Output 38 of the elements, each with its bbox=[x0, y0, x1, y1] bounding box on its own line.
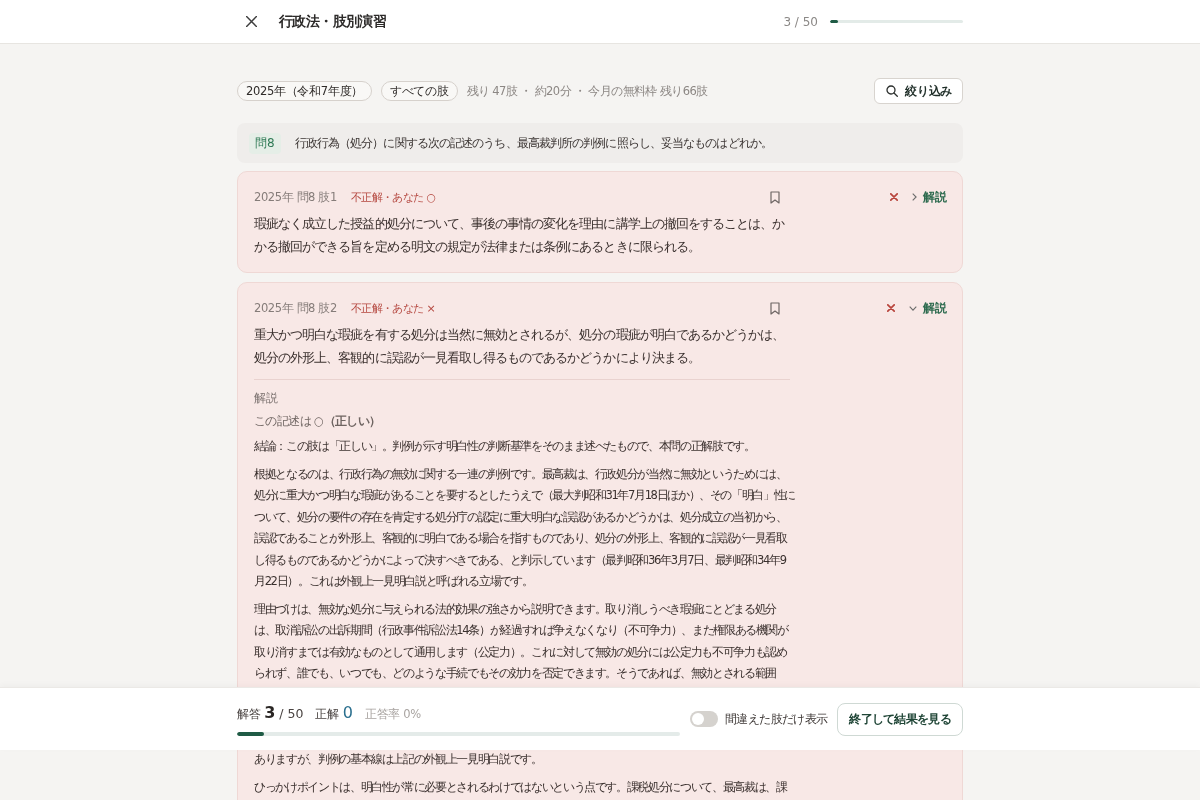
toggle-label: 間違えた肢だけ表示 bbox=[725, 711, 828, 727]
explanation-toggle[interactable]: 解説 bbox=[909, 299, 946, 317]
explanation-paragraph: 結論：この肢は「正しい」。判例が示す明白性の判断基準をそのまま述べたもので、本問の正解肢です。 bbox=[254, 438, 756, 455]
finish-button[interactable]: 終了して結果を見る bbox=[837, 702, 963, 736]
question-number: 問8 bbox=[249, 132, 281, 154]
page-title: 行政法・肢別演習 bbox=[279, 12, 387, 31]
choice-meta: 2025年 問8 肢2 bbox=[254, 300, 337, 316]
answer-status: 不正解・あなた ○ bbox=[350, 189, 436, 205]
question-text: 行政行為（処分）に関する次の記述のうち、最高裁判所の判例に照らし、妥当なものはどれか。 bbox=[294, 134, 772, 152]
accuracy-rate: 正答率 0% bbox=[364, 706, 421, 722]
close-icon[interactable] bbox=[246, 16, 257, 27]
bookmark-icon[interactable] bbox=[770, 301, 780, 315]
filter-chip[interactable]: 2025年（令和7年度） bbox=[237, 81, 372, 101]
explanation-paragraph: 理由づけは、無効な処分に与えられる法的効果の強さから説明できます。取り消しうべき瑕疵にとどまる処分は、取消訴訟の出訴期間（行政事件訴訟法14条）が経過すれば争えなくなり（不可争力）、また権限ある機関が取り消すまでは有効なものとして通用します（公定力）。これに対して無効の処分には公定力も不可争力も認められず、誰でも、いつでも、どのような手続でもその効力を否定できます。そうであれば、無効とされる範囲 bbox=[254, 600, 790, 682]
correct-count: 0 bbox=[342, 702, 353, 722]
explanation-toggle[interactable]: 解説 bbox=[912, 188, 946, 206]
chevron-down-icon bbox=[909, 305, 917, 311]
explanation-heading: 解説 bbox=[254, 390, 279, 407]
explanation-paragraph: 根拠となるのは、行政行為の無効に関する一連の判例です。最高裁は、行政処分が当然に無効というためには、処分に重大かつ明白な瑕疵があることを要するとしたうえで（最大判昭和31年7月18日ほか）、その「明白」性について、処分の要件の存在を肯定する処分庁の認定に重大明白な誤認があるかどうかは、処分成立の当初から、誤認であることが外形上、客観的に明白である場合を指すものであり、処分の外形上、客観的に誤認が一見看取し得るものであるかどうかによって決すべきである、と判示しています（最判昭和36年3月7日、最判昭和34年9月22日）。これは外観上一見明白説と呼ばれる立場です。 bbox=[254, 465, 796, 590]
progress-count: 3 / 50 bbox=[783, 14, 818, 29]
choice-statement: 重大かつ明白な瑕疵を有する処分は当然に無効とされるが、処分の瑕疵が明白であるかどうかは、処分の外形上、客観的に誤認が一見看取し得るものであるかどうかにより決まる。 bbox=[254, 326, 786, 367]
search-icon bbox=[886, 85, 899, 97]
answered-label: 解答 bbox=[237, 706, 261, 722]
answered-count: 3 bbox=[264, 702, 276, 722]
toggle-switch[interactable] bbox=[690, 711, 718, 727]
choice-meta: 2025年 問8 肢1 bbox=[254, 189, 337, 205]
answered-total: / 50 bbox=[279, 705, 304, 721]
choice-statement: 瑕疵なく成立した授益的処分について、事後の事情の変化を理由に講学上の撤回をすることは、かかる撤回ができる旨を定める明文の規定が法律または条例にあるときに限られる。 bbox=[254, 215, 786, 256]
correct-label: 正解 bbox=[315, 706, 339, 722]
explanation-paragraph: ありますが、判例の基本線は上記の外観上一見明白説です。 bbox=[254, 751, 543, 768]
answer-status: 不正解・あなた × bbox=[350, 300, 436, 316]
chevron-right-icon bbox=[912, 193, 917, 201]
filter-chip[interactable]: すべての肢 bbox=[381, 81, 458, 101]
filter-button[interactable]: 絞り込み bbox=[874, 78, 963, 104]
verdict-text: この記述は ○（正しい） bbox=[254, 413, 382, 430]
explanation-paragraph: ひっかけポイントは、明白性が常に必要とされるわけではないという点です。課税処分について、最高裁は、課 bbox=[254, 778, 789, 796]
remaining-summary: 残り 47肢 ・ 約20分 ・ 今月の無料枠 残り66肢 bbox=[466, 83, 708, 99]
bookmark-icon[interactable] bbox=[770, 190, 780, 204]
